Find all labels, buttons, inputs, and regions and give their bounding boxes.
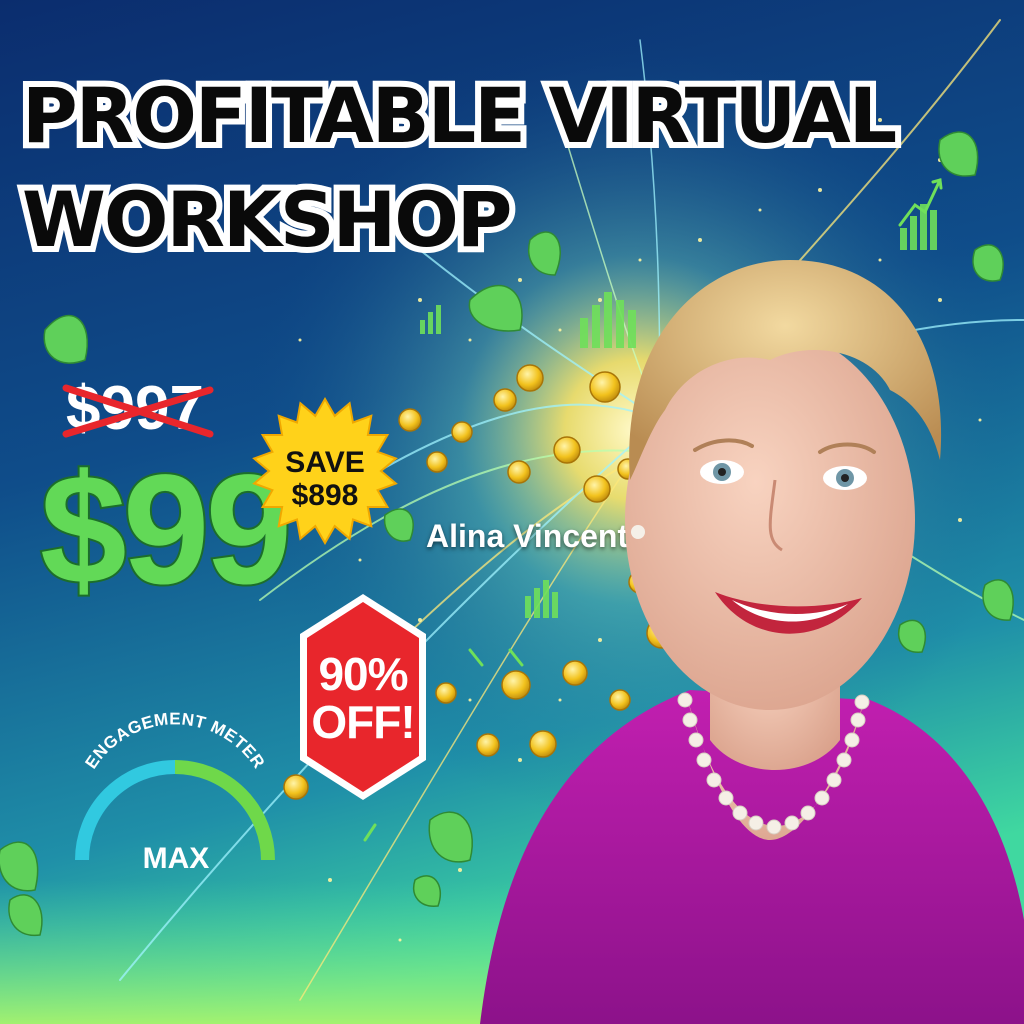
save-badge-line-1: SAVE (285, 446, 365, 479)
strikethrough-x-icon (62, 384, 214, 438)
save-badge-line-2: $898 (291, 479, 359, 512)
title-line-2: WORKSHOP (16, 175, 519, 264)
discount-badge-text: 90% OFF! (296, 650, 430, 747)
save-badge-text: SAVE $898 (250, 446, 400, 512)
discount-badge-line-2: OFF! (311, 696, 415, 749)
speaker-portrait (480, 260, 1024, 1024)
discount-badge-line-1: 90% (318, 648, 408, 700)
promo-banner: PROFITABLE VIRTUAL WORKSHOP $997 $99 SAV… (0, 0, 1024, 1024)
title-line-1: PROFITABLE VIRTUAL (16, 71, 903, 160)
meter-value: MAX (142, 842, 210, 875)
